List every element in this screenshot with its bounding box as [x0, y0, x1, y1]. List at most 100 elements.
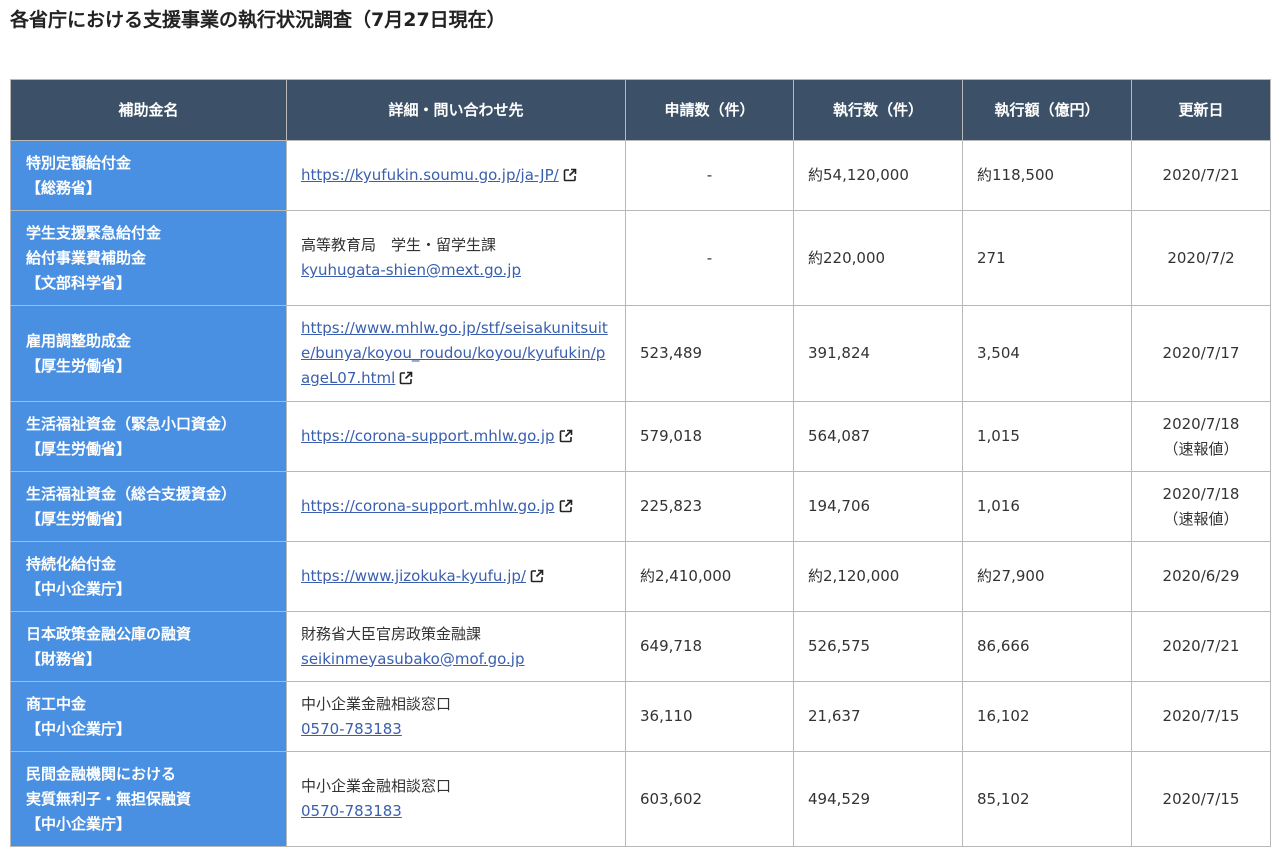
- applications-cell: 603,602: [625, 751, 794, 847]
- amount-cell: 86,666: [962, 611, 1132, 682]
- subsidy-name-line: 【中小企業庁】: [26, 579, 132, 598]
- detail-link-wrapper: https://www.mhlw.go.jp/stf/seisakunitsui…: [301, 316, 611, 391]
- subsidy-name-line: 学生支援緊急給付金: [26, 223, 162, 242]
- updated-date-text: 2020/7/15: [1162, 789, 1240, 808]
- detail-contact-cell: 高等教育局 学生・留学生課 kyuhugata-shien@mext.go.jp: [286, 210, 626, 306]
- subsidy-name-line: 特別定額給付金: [26, 153, 132, 172]
- applications-cell: -: [625, 210, 794, 306]
- detail-url-link[interactable]: https://www.mhlw.go.jp/stf/seisakunitsui…: [301, 319, 608, 387]
- subsidy-name-line: 【総務省】: [26, 178, 102, 197]
- applications-cell: 36,110: [625, 681, 794, 752]
- updated-date-cell: 2020/7/17: [1131, 305, 1271, 402]
- contact-link[interactable]: seikinmeyasubako@mof.go.jp: [301, 650, 524, 668]
- executions-cell: 約220,000: [793, 210, 963, 306]
- executions-cell: 564,087: [793, 401, 963, 472]
- column-header-detail-contact: 詳細・問い合わせ先: [286, 79, 626, 141]
- detail-url-link[interactable]: https://kyufukin.soumu.go.jp/ja-JP/: [301, 166, 559, 184]
- preliminary-note: （速報値）: [1163, 439, 1239, 458]
- executions-cell: 194,706: [793, 471, 963, 542]
- amount-cell: 1,015: [962, 401, 1132, 472]
- subsidy-name-line: 生活福祉資金（緊急小口資金）: [26, 414, 237, 433]
- detail-link-wrapper: https://kyufukin.soumu.go.jp/ja-JP/: [301, 163, 611, 188]
- subsidy-name-line: 雇用調整助成金: [26, 331, 132, 350]
- detail-link-wrapper: https://corona-support.mhlw.go.jp: [301, 494, 611, 519]
- contact-link[interactable]: 0570-783183: [301, 720, 402, 738]
- column-header-applications: 申請数（件）: [625, 79, 794, 141]
- detail-url-link[interactable]: https://www.jizokuka-kyufu.jp/: [301, 567, 526, 585]
- amount-cell: 85,102: [962, 751, 1132, 847]
- external-link-icon[interactable]: [559, 499, 573, 513]
- subsidy-name-cell: 生活福祉資金（総合支援資金） 【厚生労働省】: [10, 471, 287, 542]
- detail-link-wrapper: seikinmeyasubako@mof.go.jp: [301, 647, 611, 672]
- updated-date-text: 2020/7/2: [1167, 248, 1235, 267]
- executions-cell: 約54,120,000: [793, 140, 963, 211]
- applications-cell: 649,718: [625, 611, 794, 682]
- executions-cell: 391,824: [793, 305, 963, 402]
- column-header-amount: 執行額（億円）: [962, 79, 1132, 141]
- subsidy-name-line: 生活福祉資金（総合支援資金）: [26, 484, 237, 503]
- applications-cell: -: [625, 140, 794, 211]
- updated-date-cell: 2020/7/15: [1131, 681, 1271, 752]
- subsidy-name-cell: 特別定額給付金 【総務省】: [10, 140, 287, 211]
- detail-url-link[interactable]: https://corona-support.mhlw.go.jp: [301, 427, 555, 445]
- table-row: 生活福祉資金（緊急小口資金） 【厚生労働省】 https://corona-supp…: [10, 401, 1271, 472]
- executions-cell: 494,529: [793, 751, 963, 847]
- executions-cell: 約2,120,000: [793, 541, 963, 612]
- external-link-icon[interactable]: [530, 569, 544, 583]
- applications-cell: 約2,410,000: [625, 541, 794, 612]
- subsidy-name-line: 日本政策金融公庫の融資: [26, 624, 192, 643]
- detail-link-wrapper: kyuhugata-shien@mext.go.jp: [301, 258, 611, 283]
- updated-date-text: 2020/7/21: [1162, 637, 1240, 655]
- detail-link-wrapper: https://corona-support.mhlw.go.jp: [301, 424, 611, 449]
- subsidy-name-cell: 学生支援緊急給付金 給付事業費補助金 【文部科学省】: [10, 210, 287, 306]
- contact-department-text: 中小企業金融相談窓口: [301, 694, 452, 713]
- subsidy-name-cell: 民間金融機関における 実質無利子・無担保融資 【中小企業庁】: [10, 751, 287, 847]
- contact-department-text: 高等教育局 学生・留学生課: [301, 236, 497, 254]
- subsidy-name-line: 【財務省】: [26, 649, 102, 668]
- subsidy-name-cell: 持続化給付金 【中小企業庁】: [10, 541, 287, 612]
- column-header-executions: 執行数（件）: [793, 79, 963, 141]
- subsidy-name-line: 【文部科学省】: [26, 273, 132, 292]
- contact-link[interactable]: kyuhugata-shien@mext.go.jp: [301, 261, 521, 279]
- updated-date-text: 2020/7/15: [1162, 707, 1240, 725]
- amount-cell: 16,102: [962, 681, 1132, 752]
- detail-link-wrapper: https://www.jizokuka-kyufu.jp/: [301, 564, 611, 589]
- applications-cell: 579,018: [625, 401, 794, 472]
- subsidy-name-cell: 商工中金 【中小企業庁】: [10, 681, 287, 752]
- updated-date-cell: 2020/7/2: [1131, 210, 1271, 306]
- amount-cell: 約118,500: [962, 140, 1132, 211]
- table-header-row: 補助金名 詳細・問い合わせ先 申請数（件） 執行数（件） 執行額（億円） 更新日: [10, 79, 1271, 141]
- amount-cell: 1,016: [962, 471, 1132, 542]
- detail-contact-cell: https://kyufukin.soumu.go.jp/ja-JP/: [286, 140, 626, 211]
- updated-date-cell: 2020/7/15: [1131, 751, 1271, 847]
- executions-cell: 526,575: [793, 611, 963, 682]
- contact-department-text: 財務省大臣官房政策金融課: [301, 624, 482, 643]
- table-row: 持続化給付金 【中小企業庁】 https://www.jizokuka-kyufu.…: [10, 541, 1271, 612]
- external-link-icon[interactable]: [559, 429, 573, 443]
- detail-contact-cell: https://www.mhlw.go.jp/stf/seisakunitsui…: [286, 305, 626, 402]
- column-header-updated: 更新日: [1131, 79, 1271, 141]
- table-row: 日本政策金融公庫の融資 【財務省】 財務省大臣官房政策金融課 seikinmeyasu…: [10, 611, 1271, 682]
- updated-date-text: 2020/7/18: [1162, 414, 1240, 433]
- subsidy-name-cell: 雇用調整助成金 【厚生労働省】: [10, 305, 287, 402]
- amount-cell: 約27,900: [962, 541, 1132, 612]
- detail-contact-cell: 中小企業金融相談窓口 0570-783183: [286, 751, 626, 847]
- subsidy-name-line: 【厚生労働省】: [26, 356, 132, 375]
- contact-link[interactable]: 0570-783183: [301, 802, 402, 820]
- subsidy-name-line: 給付事業費補助金: [26, 248, 147, 267]
- updated-date-text: 2020/6/29: [1162, 567, 1240, 585]
- table-row: 特別定額給付金 【総務省】 https://kyufukin.soumu.go.jp…: [10, 140, 1271, 211]
- updated-date-cell: 2020/7/18 （速報値）: [1131, 471, 1271, 542]
- column-header-subsidy-name: 補助金名: [10, 79, 287, 141]
- updated-date-cell: 2020/7/21: [1131, 140, 1271, 211]
- detail-url-link[interactable]: https://corona-support.mhlw.go.jp: [301, 497, 555, 515]
- updated-date-cell: 2020/6/29: [1131, 541, 1271, 612]
- external-link-icon[interactable]: [399, 371, 413, 385]
- subsidy-name-line: 民間金融機関における: [26, 764, 177, 783]
- page-title: 各省庁における支援事業の執行状況調査（7月27日現在）: [10, 9, 506, 31]
- amount-cell: 3,504: [962, 305, 1132, 402]
- updated-date-text: 2020/7/21: [1162, 166, 1240, 184]
- external-link-icon[interactable]: [563, 168, 577, 182]
- table-row: 雇用調整助成金 【厚生労働省】 https://www.mhlw.go.jp/stf…: [10, 305, 1271, 402]
- subsidy-name-line: 【中小企業庁】: [26, 719, 132, 738]
